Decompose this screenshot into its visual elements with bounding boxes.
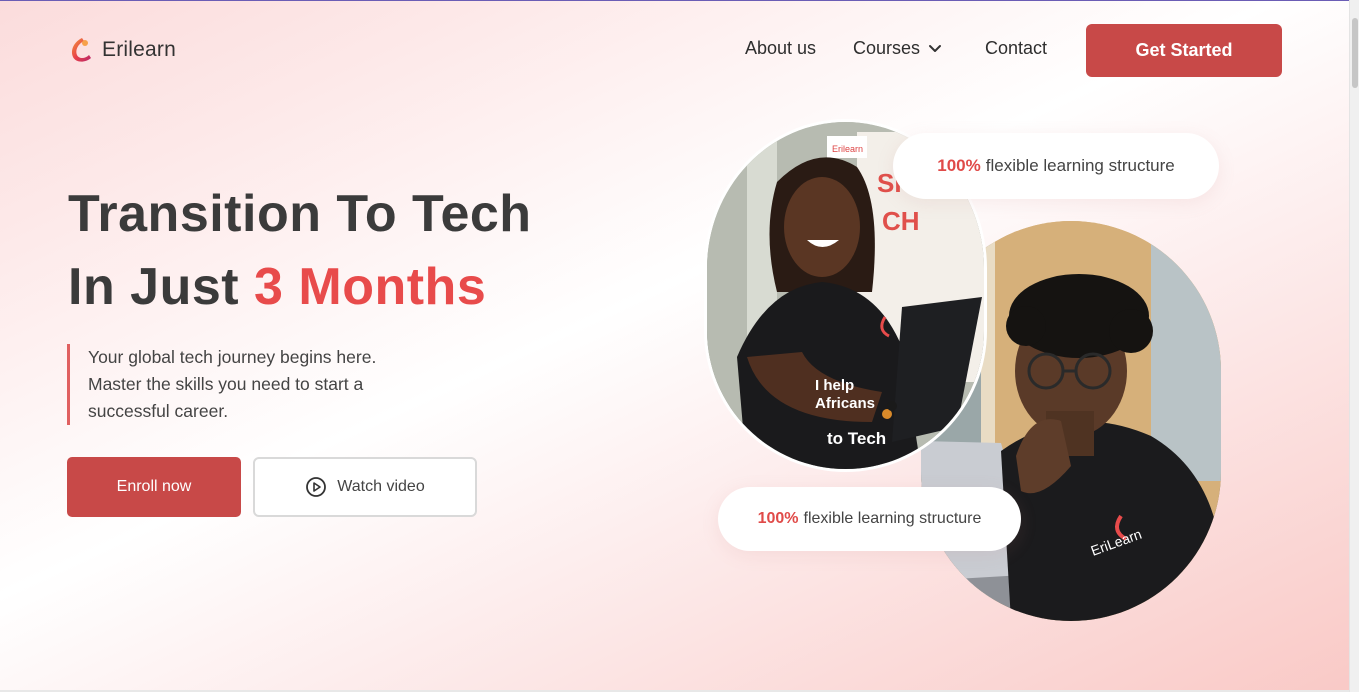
scrollbar-thumb[interactable] (1352, 18, 1358, 88)
svg-text:Erilearn: Erilearn (832, 144, 863, 154)
hero-subtitle: Your global tech journey begins here. Ma… (67, 344, 467, 425)
hero-title-prefix: In Just (68, 258, 255, 316)
hero-title-line2: In Just 3 Months (68, 251, 532, 324)
badge-bottom-text: flexible learning structure (803, 510, 982, 527)
hero-title-accent: 3 Months (254, 258, 487, 316)
get-started-button[interactable]: Get Started (1086, 24, 1282, 77)
badge-top-percent: 100% (937, 156, 981, 175)
erilearn-logo-icon (72, 38, 91, 62)
flexible-learning-badge-top: 100% flexible learning structure (893, 133, 1219, 199)
hero-subtitle-line3: successful career. (88, 401, 229, 421)
window-top-border (0, 0, 1349, 1)
chevron-down-icon (929, 45, 942, 53)
vertical-scrollbar[interactable] (1349, 0, 1359, 692)
flexible-learning-badge-bottom: 100% flexible learning structure (718, 487, 1021, 551)
nav-courses-label: Courses (853, 38, 921, 58)
watch-video-button[interactable]: Watch video (253, 457, 477, 517)
brand-logo[interactable]: Erilearn (68, 36, 176, 64)
badge-bottom-percent: 100% (757, 510, 799, 527)
hero-headline: Transition To Tech In Just 3 Months (68, 178, 532, 324)
nav-courses[interactable]: Courses (853, 38, 942, 59)
svg-text:to Tech: to Tech (827, 429, 886, 448)
badge-top-text: flexible learning structure (985, 156, 1175, 175)
hero-title-line1: Transition To Tech (68, 185, 532, 243)
nav-contact[interactable]: Contact (985, 38, 1047, 59)
svg-text:CH: CH (882, 206, 920, 236)
hero-subtitle-line2: Master the skills you need to start a (88, 374, 364, 394)
hero-subtitle-line1: Your global tech journey begins here. (88, 347, 377, 367)
enroll-now-button[interactable]: Enroll now (67, 457, 241, 517)
svg-text:Africans: Africans (815, 395, 875, 412)
brand-name: Erilearn (102, 38, 176, 61)
play-circle-icon (306, 477, 327, 497)
watch-video-label: Watch video (337, 478, 425, 495)
svg-text:I help: I help (815, 377, 854, 394)
nav-about-us[interactable]: About us (745, 38, 816, 59)
